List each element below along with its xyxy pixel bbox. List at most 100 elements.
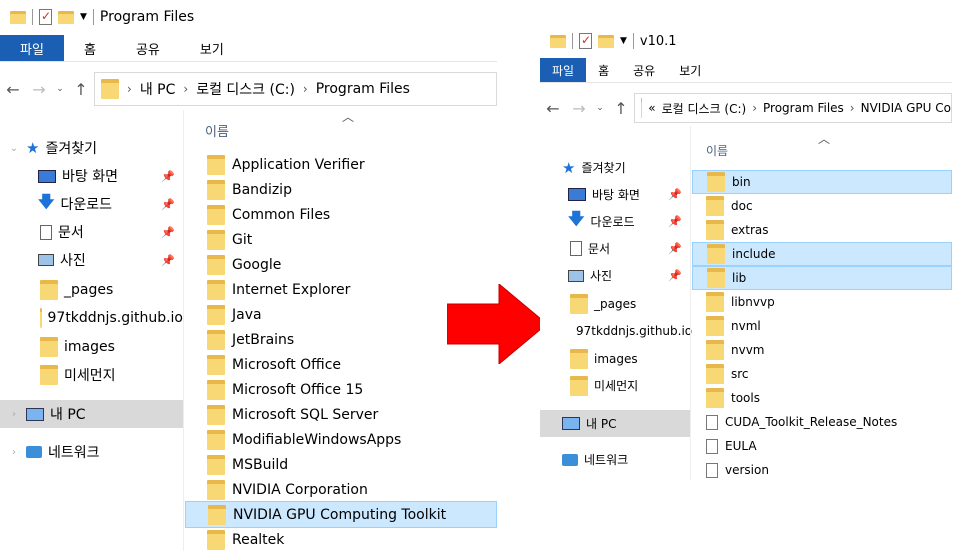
list-item[interactable]: version <box>692 458 952 480</box>
nav-label: 즐겨찾기 <box>45 141 97 157</box>
nav-pictures[interactable]: 사진 📌 <box>0 246 183 274</box>
file-name: bin <box>732 175 751 189</box>
list-item[interactable]: Git <box>185 227 497 252</box>
nav-quick-access[interactable]: ⌄ ★ 즐겨찾기 <box>0 134 183 162</box>
pin-icon[interactable]: 📌 <box>668 242 682 255</box>
pin-icon[interactable]: 📌 <box>161 198 175 211</box>
list-item[interactable]: Google <box>185 252 497 277</box>
pane-divider[interactable] <box>183 110 184 551</box>
recent-locations-chevron-icon[interactable]: ⌄ <box>52 84 68 94</box>
folder-icon <box>207 429 225 450</box>
breadcrumb-this-pc[interactable]: 내 PC <box>140 79 176 99</box>
chevron-right-icon[interactable]: › <box>8 447 20 458</box>
pictures-icon <box>38 254 54 266</box>
up-arrow-icon[interactable]: ↑ <box>608 99 634 118</box>
customize-dropdown-icon[interactable]: ▼ <box>620 36 627 46</box>
list-item[interactable]: libnvvp <box>692 290 952 314</box>
nav-desktop[interactable]: 바탕 화면 📌 <box>540 181 690 208</box>
nav-network[interactable]: › 네트워크 <box>0 438 183 466</box>
pin-icon[interactable]: 📌 <box>668 269 682 282</box>
nav-dust[interactable]: 미세먼지 <box>0 361 183 389</box>
nav-images[interactable]: images <box>0 333 183 361</box>
list-item[interactable]: tools <box>692 386 952 410</box>
list-item[interactable]: nvml <box>692 314 952 338</box>
folder-icon <box>207 404 225 425</box>
list-item-selected[interactable]: lib <box>692 266 952 290</box>
column-header-name[interactable]: 이름 <box>706 142 728 159</box>
list-item[interactable]: ModifiableWindowsApps <box>185 427 497 452</box>
list-item[interactable]: doc <box>692 194 952 218</box>
chevron-down-icon[interactable]: ⌄ <box>8 143 20 154</box>
nav-downloads[interactable]: 🡇 다운로드 📌 <box>0 190 183 218</box>
nav-this-pc[interactable]: 내 PC <box>540 410 690 437</box>
quick-access-toolbar: ▼ <box>540 33 634 49</box>
nav-pages[interactable]: _pages <box>540 290 690 317</box>
file-name: extras <box>731 223 769 237</box>
nav-network[interactable]: 네트워크 <box>540 446 690 473</box>
pin-icon[interactable]: 📌 <box>161 254 175 267</box>
back-arrow-icon[interactable]: ← <box>540 99 566 118</box>
pin-icon[interactable]: 📌 <box>161 170 175 183</box>
tab-file[interactable]: 파일 <box>540 58 587 82</box>
up-arrow-icon[interactable]: ↑ <box>68 80 94 99</box>
list-item[interactable]: Application Verifier <box>185 152 497 177</box>
tab-share[interactable]: 공유 <box>621 58 667 82</box>
pin-icon[interactable]: 📌 <box>668 188 682 201</box>
breadcrumb-overflow[interactable]: « <box>648 101 655 115</box>
pane-divider[interactable] <box>690 126 691 480</box>
nav-quick-access[interactable]: ★ 즐겨찾기 <box>540 154 690 181</box>
list-item[interactable]: Microsoft Office 15 <box>185 377 497 402</box>
list-item-selected[interactable]: bin <box>692 170 952 194</box>
properties-icon[interactable] <box>39 9 52 25</box>
folder-icon <box>706 292 724 312</box>
network-icon <box>562 453 578 466</box>
tab-file[interactable]: 파일 <box>0 35 64 61</box>
customize-dropdown-icon[interactable]: ▼ <box>80 12 87 22</box>
list-item[interactable]: Microsoft SQL Server <box>185 402 497 427</box>
list-item[interactable]: src <box>692 362 952 386</box>
properties-icon[interactable] <box>579 33 592 49</box>
nav-github[interactable]: 97tkddnjs.github.io <box>540 317 692 344</box>
new-folder-icon[interactable] <box>598 34 614 48</box>
column-header-name[interactable]: 이름 <box>205 121 229 140</box>
list-item[interactable]: extras <box>692 218 952 242</box>
file-name: tools <box>731 391 760 405</box>
file-name: Java <box>232 306 262 323</box>
tab-home[interactable]: 홈 <box>586 58 621 82</box>
recent-locations-chevron-icon[interactable]: ⌄ <box>592 103 608 113</box>
list-item[interactable]: Realtek <box>185 527 497 551</box>
forward-arrow-icon[interactable]: → <box>566 99 592 118</box>
list-item[interactable]: NVIDIA Corporation <box>185 477 497 502</box>
nav-documents[interactable]: 문서 📌 <box>540 235 690 262</box>
nav-pages[interactable]: _pages <box>0 276 183 304</box>
pin-icon[interactable]: 📌 <box>668 215 682 228</box>
nav-dust[interactable]: 미세먼지 <box>540 372 690 399</box>
forward-arrow-icon[interactable]: → <box>26 80 52 99</box>
list-item-selected[interactable]: include <box>692 242 952 266</box>
list-item[interactable]: Common Files <box>185 202 497 227</box>
list-item[interactable]: MSBuild <box>185 452 497 477</box>
nav-documents[interactable]: 문서 📌 <box>0 218 183 246</box>
list-item-selected[interactable]: NVIDIA GPU Computing Toolkit <box>185 501 497 528</box>
list-item[interactable]: nvvm <box>692 338 952 362</box>
nav-github[interactable]: 97tkddnjs.github.io <box>0 304 183 332</box>
list-item[interactable]: EULA <box>692 434 952 458</box>
nav-desktop[interactable]: 바탕 화면 📌 <box>0 162 183 190</box>
file-name: Microsoft Office <box>232 356 342 373</box>
list-item[interactable]: Bandizip <box>185 177 497 202</box>
tab-home[interactable]: 홈 <box>64 35 116 61</box>
nav-images[interactable]: images <box>540 345 690 372</box>
pin-icon[interactable]: 📌 <box>161 226 175 239</box>
folder-icon <box>40 308 42 328</box>
nav-pictures[interactable]: 사진 📌 <box>540 262 690 289</box>
list-item[interactable]: CUDA_Toolkit_Release_Notes <box>692 410 952 434</box>
chevron-right-icon[interactable]: › <box>127 82 132 96</box>
back-arrow-icon[interactable]: ← <box>0 80 26 99</box>
tab-share[interactable]: 공유 <box>116 35 180 61</box>
folder-icon <box>207 304 225 325</box>
nav-downloads[interactable]: 🡇 다운로드 📌 <box>540 208 690 235</box>
folder-icon <box>207 454 225 475</box>
new-folder-icon[interactable] <box>58 10 74 24</box>
chevron-right-icon[interactable]: › <box>8 409 20 420</box>
nav-this-pc[interactable]: › 내 PC <box>0 400 183 428</box>
